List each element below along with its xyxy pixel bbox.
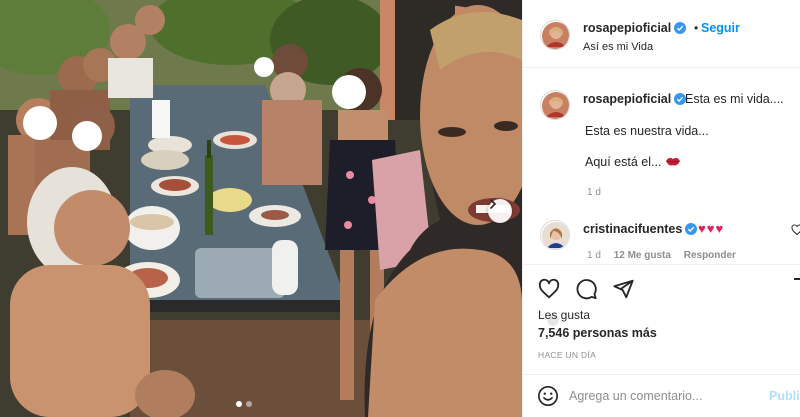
commenter-username[interactable]: cristinacifuentes — [583, 222, 698, 236]
likes-summary: Les gusta — [538, 308, 591, 326]
publish-button[interactable]: Publicar — [769, 389, 800, 403]
caption-avatar[interactable] — [540, 90, 570, 120]
comment-meta: 1 d 12 Me gusta Responder — [587, 250, 746, 261]
send-icon[interactable] — [612, 278, 635, 300]
comment-icon[interactable] — [575, 278, 598, 300]
instagram-post: rosapepioficial • Seguir Así es mi Vida … — [0, 0, 800, 417]
add-comment-bar: Publicar — [523, 374, 800, 417]
lips-emoji-icon — [665, 157, 680, 166]
commenter-avatar[interactable] — [540, 220, 570, 250]
avatar-image — [542, 22, 569, 49]
follow-button[interactable]: Seguir — [701, 21, 740, 35]
caption-username-text[interactable]: rosapepioficial — [583, 92, 671, 106]
avatar-image — [542, 222, 569, 249]
post-sidebar: rosapepioficial • Seguir Así es mi Vida … — [522, 0, 800, 417]
heart-icon[interactable] — [537, 278, 561, 300]
bookmark-icon[interactable] — [793, 278, 800, 302]
comments-section: rosapepioficial Esta es mi vida.... Esta… — [523, 68, 800, 264]
reply-button[interactable]: Responder — [684, 250, 736, 261]
post-header: rosapepioficial • Seguir Así es mi Vida — [523, 0, 800, 68]
carousel-indicator — [236, 401, 252, 407]
carousel-dot — [246, 401, 252, 407]
post-actions: Les gusta 7,546 personas más HACE UN DÍA — [523, 264, 800, 374]
comment-like-heart-icon[interactable] — [791, 224, 800, 236]
commenter-username-text[interactable]: cristinacifuentes — [583, 222, 682, 236]
post-photo[interactable] — [0, 0, 522, 417]
caption-line-1: Esta es mi vida.... — [685, 92, 784, 106]
header-separator: • — [694, 21, 699, 35]
author-username-text[interactable]: rosapepioficial — [583, 21, 671, 35]
caption-line-3: Aquí está el... — [585, 155, 681, 169]
verified-badge-icon — [685, 223, 698, 235]
likes-prefix: Les gusta — [538, 308, 591, 322]
comment-time[interactable]: 1 d — [587, 250, 601, 261]
caption-line-3-text: Aquí está el... — [585, 155, 662, 169]
comment-likes[interactable]: 12 Me gusta — [614, 250, 671, 261]
caption-username[interactable]: rosapepioficial — [583, 92, 687, 106]
post-timestamp[interactable]: HACE UN DÍA — [538, 350, 596, 360]
author-avatar[interactable] — [540, 20, 570, 50]
caption-time[interactable]: 1 d — [587, 187, 601, 198]
author-username[interactable]: rosapepioficial — [583, 21, 687, 35]
comment-input[interactable] — [569, 385, 765, 407]
comment-text: ♥♥♥ — [698, 221, 725, 236]
carousel-dot-active — [236, 401, 242, 407]
next-photo-button[interactable] — [488, 199, 512, 223]
smiley-icon[interactable] — [537, 385, 559, 407]
post-location[interactable]: Así es mi Vida — [583, 41, 653, 53]
photo-illustration — [0, 0, 522, 417]
avatar-image — [542, 92, 569, 119]
caption-line-2: Esta es nuestra vida... — [585, 124, 709, 138]
verified-badge-icon — [674, 22, 687, 34]
chevron-right-icon — [490, 199, 497, 209]
likes-count[interactable]: 7,546 personas más — [538, 326, 657, 340]
